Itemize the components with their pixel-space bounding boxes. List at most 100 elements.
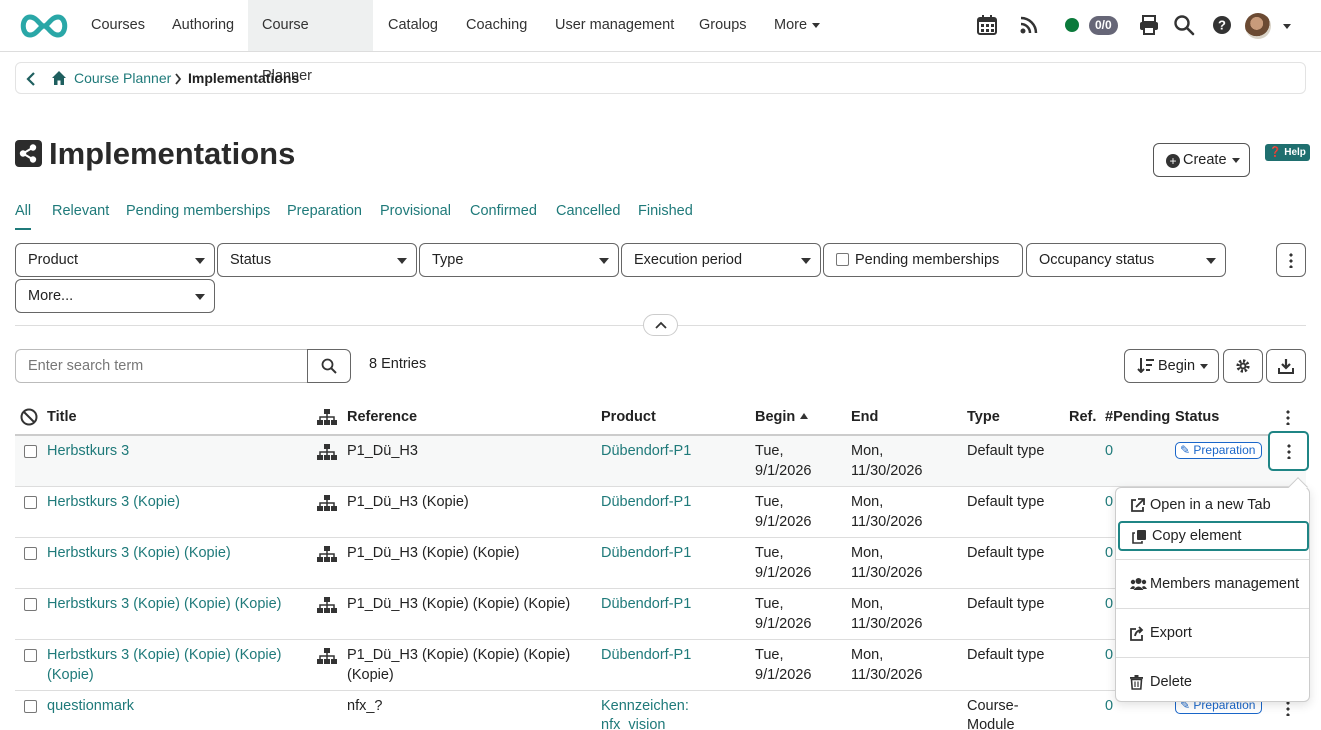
column-header-product[interactable]: Product [601,409,656,425]
row-checkbox[interactable] [24,445,37,458]
row-title[interactable]: Herbstkurs 3 (Kopie) (Kopie) (Kopie) [47,594,282,614]
tab-pending-memberships[interactable]: Pending memberships [126,203,270,219]
tab-cancelled[interactable]: Cancelled [556,203,621,219]
row-checkbox[interactable] [24,649,37,662]
nav-user-management[interactable]: User management [541,0,688,51]
pending-memberships-checkbox[interactable] [836,253,849,266]
row-product[interactable]: Dübendorf-P1 [601,543,691,563]
row-product[interactable]: Dübendorf-P1 [601,594,691,614]
row-title[interactable]: questionmark [47,696,134,716]
nav-course-planner[interactable]: Course Planner [248,0,373,84]
row-title-continued[interactable]: (Kopie) [47,665,94,685]
row-pending[interactable]: 0 [1105,441,1113,461]
row-title[interactable]: Herbstkurs 3 (Kopie) [47,492,180,512]
search-icon[interactable] [1173,14,1195,36]
breadcrumb-course-planner[interactable]: Course Planner [74,70,171,86]
nav-more[interactable]: More [760,0,834,51]
print-icon[interactable] [1138,14,1160,36]
menu-export[interactable]: Export [1116,618,1311,648]
rss-icon[interactable] [1018,14,1040,36]
column-header-pending[interactable]: #Pending [1105,409,1170,425]
menu-copy-element[interactable]: Copy element [1118,521,1309,551]
online-status-icon[interactable] [1065,18,1079,32]
nav-authoring[interactable]: Authoring [158,0,248,51]
sort-button[interactable]: Begin [1124,349,1219,383]
download-button[interactable] [1266,349,1306,383]
tab-relevant[interactable]: Relevant [52,203,109,219]
row-checkbox[interactable] [24,547,37,560]
row-checkbox[interactable] [24,598,37,611]
column-header-begin[interactable]: Begin [755,409,809,425]
back-chevron-icon[interactable] [25,71,37,87]
tab-provisional[interactable]: Provisional [380,203,451,219]
row-title[interactable]: Herbstkurs 3 (Kopie) (Kopie) (Kopie) [47,645,282,665]
dropdown-caret-icon [801,258,811,264]
table-row[interactable]: Herbstkurs 3 P1_Dü_H3 Dübendorf-P1 Tue, … [15,436,1306,487]
row-checkbox[interactable] [24,496,37,509]
column-header-reference[interactable]: Reference [347,409,417,425]
column-header-type[interactable]: Type [967,409,1000,425]
collapse-filters-button[interactable] [643,314,678,336]
filter-product[interactable]: Product [15,243,215,277]
calendar-icon[interactable] [976,14,998,36]
tab-confirmed[interactable]: Confirmed [470,203,537,219]
table-row[interactable]: Herbstkurs 3 (Kopie) (Kopie) P1_Dü_H3 (K… [15,538,1306,589]
table-row[interactable]: Herbstkurs 3 (Kopie) (Kopie) (Kopie) (Ko… [15,640,1306,691]
dropdown-caret-icon [195,294,205,300]
row-begin-day: Tue, [755,443,784,459]
breadcrumb-current: Implementations [188,70,300,86]
row-product[interactable]: Kennzeichen: [601,696,689,716]
deselect-all-icon[interactable] [20,408,38,426]
column-header-status[interactable]: Status [1175,409,1219,425]
column-header-ref[interactable]: Ref. [1069,409,1096,425]
nav-groups[interactable]: Groups [685,0,761,51]
menu-open-new-tab[interactable]: Open in a new Tab [1116,490,1311,520]
filter-more[interactable]: More... [15,279,215,313]
search-button[interactable] [307,349,351,383]
filter-status[interactable]: Status [217,243,417,277]
user-avatar[interactable] [1245,13,1271,39]
menu-members-management[interactable]: Members management [1116,569,1311,599]
nav-coaching[interactable]: Coaching [452,0,541,51]
table-row[interactable]: Herbstkurs 3 (Kopie) (Kopie) (Kopie) P1_… [15,589,1306,640]
row-product-continued[interactable]: nfx_vision [601,715,665,730]
filter-occupancy-status[interactable]: Occupancy status [1026,243,1226,277]
column-header-title[interactable]: Title [47,409,77,425]
row-pending[interactable]: 0 [1105,645,1113,665]
tab-finished[interactable]: Finished [638,203,693,219]
filter-pending-memberships[interactable]: Pending memberships [823,243,1023,277]
header-actions-icon[interactable] [1286,409,1290,425]
filter-type[interactable]: Type [419,243,619,277]
menu-delete[interactable]: Delete [1116,667,1311,697]
filter-execution-period[interactable]: Execution period [621,243,821,277]
table-row[interactable]: Herbstkurs 3 (Kopie) P1_Dü_H3 (Kopie) Dü… [15,487,1306,538]
tab-all[interactable]: All [15,203,32,230]
notification-count-badge[interactable]: 0/0 [1089,16,1118,35]
search-input[interactable] [15,349,308,383]
row-checkbox[interactable] [24,700,37,713]
nav-courses[interactable]: Courses [77,0,159,51]
filter-options-button[interactable] [1276,243,1306,277]
help-circle-icon[interactable]: ? [1211,14,1233,36]
row-title[interactable]: Herbstkurs 3 [47,441,129,461]
table-row[interactable]: questionmark nfx_? Kennzeichen: nfx_visi… [15,691,1306,730]
row-pending[interactable]: 0 [1105,543,1113,563]
help-button[interactable]: ❓ Help [1265,144,1310,161]
row-product[interactable]: Dübendorf-P1 [601,441,691,461]
row-pending[interactable]: 0 [1105,594,1113,614]
row-actions-icon[interactable] [1286,700,1290,716]
column-header-end[interactable]: End [851,409,878,425]
row-product[interactable]: Dübendorf-P1 [601,492,691,512]
row-pending[interactable]: 0 [1105,492,1113,512]
row-title[interactable]: Herbstkurs 3 (Kopie) (Kopie) [47,543,231,563]
table-settings-button[interactable] [1223,349,1263,383]
row-pending[interactable]: 0 [1105,696,1113,716]
infinity-logo-icon[interactable] [16,10,72,42]
create-button[interactable]: + Create [1153,143,1250,177]
row-product[interactable]: Dübendorf-P1 [601,645,691,665]
nav-catalog[interactable]: Catalog [374,0,452,51]
tab-preparation[interactable]: Preparation [287,203,362,219]
home-icon[interactable] [51,70,67,86]
row-actions-button[interactable] [1268,431,1309,471]
user-menu-caret-icon[interactable] [1283,24,1291,29]
